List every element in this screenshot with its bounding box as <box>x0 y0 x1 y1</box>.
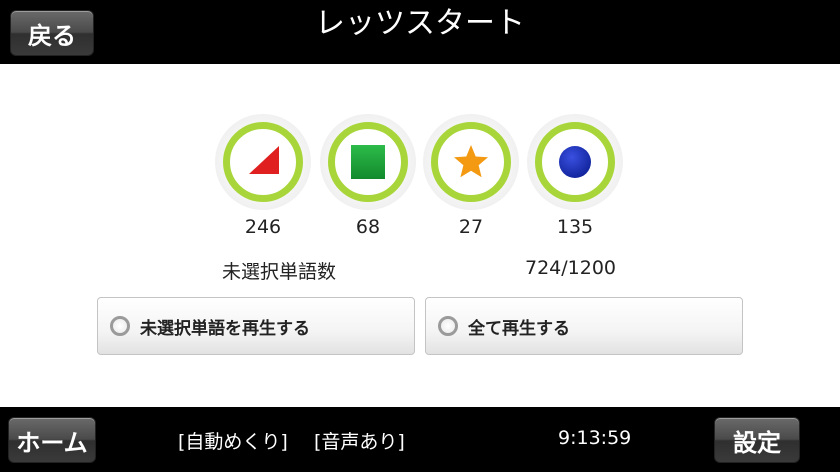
bottom-bar: ホーム [自動めくり] [音声あり] 9:13:59 設定 <box>0 407 840 472</box>
badge-ring <box>431 122 511 202</box>
radio-icon[interactable] <box>438 316 458 336</box>
badge-star[interactable] <box>423 114 519 210</box>
badge-triangle[interactable] <box>215 114 311 210</box>
play-unselected-label: 未選択単語を再生する <box>140 318 310 339</box>
sound-status: [音声あり] <box>314 431 405 453</box>
circle-count: 135 <box>556 216 594 238</box>
badge-ring <box>328 122 408 202</box>
triangle-icon <box>249 146 279 174</box>
badge-square[interactable] <box>320 114 416 210</box>
square-icon <box>351 145 385 179</box>
play-unselected-button[interactable]: 未選択単語を再生する <box>97 297 415 355</box>
badge-ring <box>535 122 615 202</box>
star-count: 27 <box>458 216 484 238</box>
top-bar: 戻る レッツスタート <box>0 0 840 64</box>
badge-circle[interactable] <box>527 114 623 210</box>
progress-count: 724/1200 <box>525 257 617 279</box>
auto-flip-status: [自動めくり] <box>178 431 288 453</box>
square-count: 68 <box>355 216 381 238</box>
settings-button[interactable]: 設定 <box>714 417 800 463</box>
radio-icon[interactable] <box>110 316 130 336</box>
circle-icon <box>559 146 591 178</box>
triangle-count: 246 <box>244 216 282 238</box>
home-button[interactable]: ホーム <box>8 417 96 463</box>
main-panel: 246 68 27 135 未選択単語数 724/1200 未選択単語を再生する… <box>0 64 840 407</box>
star-icon <box>454 145 488 178</box>
clock: 9:13:59 <box>558 427 632 449</box>
unselected-words-label: 未選択単語数 <box>222 261 337 283</box>
page-title: レッツスタート <box>315 6 525 41</box>
play-all-label: 全て再生する <box>468 318 570 339</box>
badge-ring <box>223 122 303 202</box>
play-all-button[interactable]: 全て再生する <box>425 297 743 355</box>
